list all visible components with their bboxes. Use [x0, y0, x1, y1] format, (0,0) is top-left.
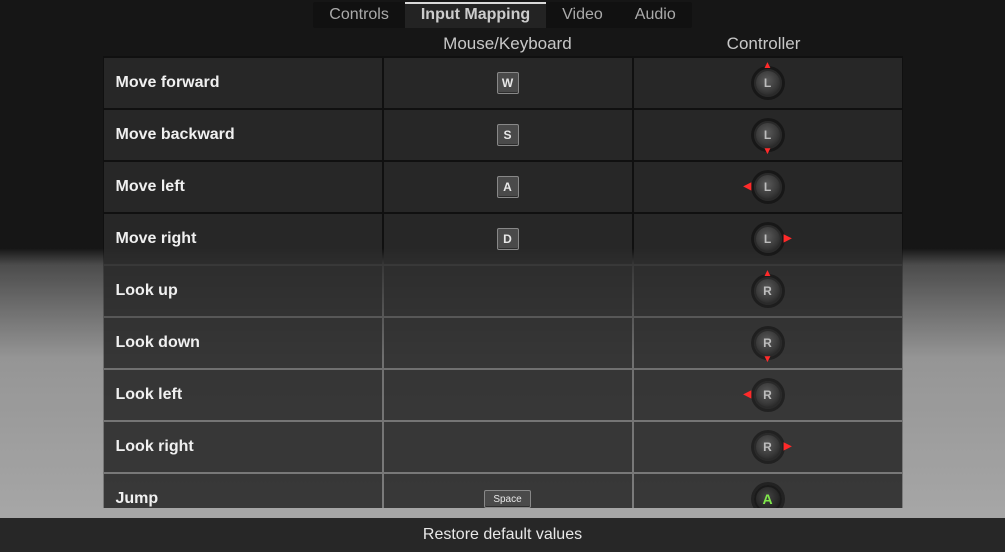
face-button-a-icon: A [754, 485, 782, 508]
analog-stick-r-icon: R◀ [754, 381, 782, 409]
keycap-w: W [497, 72, 519, 94]
keyboard-binding-slot[interactable] [384, 266, 632, 316]
settings-tabs: Controls Input Mapping Video Audio [0, 0, 1005, 28]
keyboard-binding-slot[interactable] [384, 370, 632, 420]
column-mouse-keyboard: Mouse/Keyboard [384, 34, 630, 54]
analog-stick-r-icon: R▲ [754, 277, 782, 305]
action-label: Move left [104, 162, 382, 212]
binding-row: Move left A L◀ [103, 162, 903, 212]
direction-arrow-up-icon: ▲ [763, 61, 773, 71]
keyboard-binding-slot[interactable] [384, 318, 632, 368]
analog-stick-l-icon: L▼ [754, 121, 782, 149]
keycap-s: S [497, 124, 519, 146]
keycap-space: Space [484, 490, 530, 508]
action-label: Jump [104, 474, 382, 508]
binding-row: Move right D L▶ [103, 214, 903, 264]
keycap-d: D [497, 228, 519, 250]
action-label: Look down [104, 318, 382, 368]
binding-row: Look right R▶ [103, 422, 903, 472]
keyboard-binding-slot[interactable]: S [384, 110, 632, 160]
direction-arrow-left-icon: ◀ [744, 390, 752, 400]
bindings-scroll-area[interactable]: Move forward W L▲ Move backward S L▼ Move left… [103, 56, 903, 508]
action-label: Look right [104, 422, 382, 472]
keycap-a: A [497, 176, 519, 198]
controller-binding-slot[interactable]: R▲ [634, 266, 902, 316]
controller-binding-slot[interactable]: L◀ [634, 162, 902, 212]
action-label: Move backward [104, 110, 382, 160]
binding-row: Jump Space A [103, 474, 903, 508]
restore-defaults-button[interactable]: Restore default values [0, 518, 1005, 552]
analog-stick-l-icon: L◀ [754, 173, 782, 201]
analog-stick-l-icon: L▲ [754, 69, 782, 97]
controller-binding-slot[interactable]: L▶ [634, 214, 902, 264]
direction-arrow-right-icon: ▶ [784, 442, 792, 452]
controller-binding-slot[interactable]: R▼ [634, 318, 902, 368]
direction-arrow-right-icon: ▶ [784, 234, 792, 244]
column-headers: Mouse/Keyboard Controller [103, 34, 903, 54]
action-label: Look up [104, 266, 382, 316]
binding-row: Move backward S L▼ [103, 110, 903, 160]
binding-row: Look down R▼ [103, 318, 903, 368]
analog-stick-l-icon: L▶ [754, 225, 782, 253]
direction-arrow-down-icon: ▼ [763, 147, 773, 157]
analog-stick-r-icon: R▶ [754, 433, 782, 461]
column-controller: Controller [631, 34, 897, 54]
keyboard-binding-slot[interactable] [384, 422, 632, 472]
controller-binding-slot[interactable]: R▶ [634, 422, 902, 472]
action-label: Move forward [104, 58, 382, 108]
binding-row: Look left R◀ [103, 370, 903, 420]
keyboard-binding-slot[interactable]: D [384, 214, 632, 264]
tab-input-mapping[interactable]: Input Mapping [405, 2, 546, 28]
action-label: Look left [104, 370, 382, 420]
tab-audio[interactable]: Audio [619, 2, 692, 28]
binding-row: Look up R▲ [103, 266, 903, 316]
tab-video[interactable]: Video [546, 2, 619, 28]
controller-binding-slot[interactable]: R◀ [634, 370, 902, 420]
action-label: Move right [104, 214, 382, 264]
column-action [109, 34, 385, 54]
controller-binding-slot[interactable]: A [634, 474, 902, 508]
keyboard-binding-slot[interactable]: Space [384, 474, 632, 508]
keyboard-binding-slot[interactable]: A [384, 162, 632, 212]
direction-arrow-down-icon: ▼ [763, 355, 773, 365]
analog-stick-r-icon: R▼ [754, 329, 782, 357]
controller-binding-slot[interactable]: L▼ [634, 110, 902, 160]
controller-binding-slot[interactable]: L▲ [634, 58, 902, 108]
binding-row: Move forward W L▲ [103, 58, 903, 108]
direction-arrow-left-icon: ◀ [744, 182, 752, 192]
tab-controls[interactable]: Controls [313, 2, 405, 28]
direction-arrow-up-icon: ▲ [763, 269, 773, 279]
keyboard-binding-slot[interactable]: W [384, 58, 632, 108]
